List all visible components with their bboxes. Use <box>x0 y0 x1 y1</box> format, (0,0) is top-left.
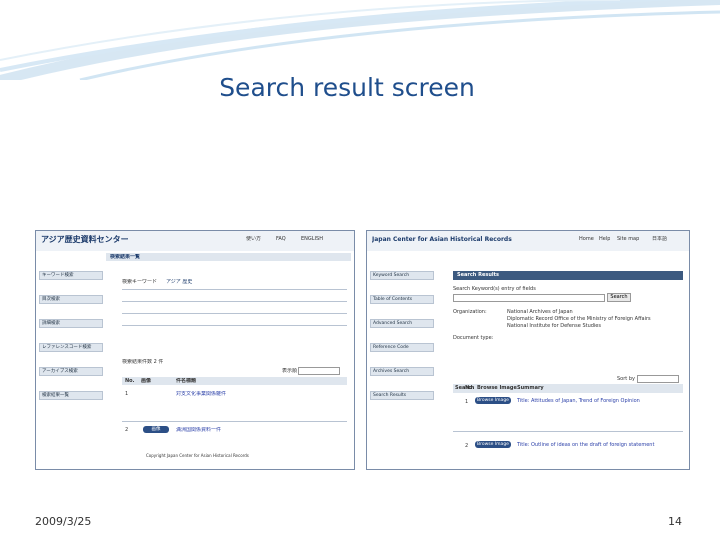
side-item-reference-code[interactable]: Reference Code <box>370 343 434 352</box>
search-summary-label: 検索キーワード <box>122 279 158 285</box>
search-label: Search Keyword(s) entry of fields <box>453 286 536 292</box>
row-1-title[interactable]: 対支文化事業関係雑件 <box>176 391 226 397</box>
search-input[interactable] <box>453 294 605 302</box>
sort-label: Sort by <box>617 376 635 382</box>
col-no: No. <box>465 385 475 391</box>
organization-label: Organization: <box>453 309 487 315</box>
row-1-no: 1 <box>125 391 129 397</box>
organization-value-1[interactable]: National Archives of Japan <box>507 309 573 315</box>
jacar-logo: アジア歴史資料センター <box>41 235 129 244</box>
header-link-home[interactable]: Home <box>579 236 594 242</box>
side-item-refcode[interactable]: レファレンスコード検索 <box>39 343 103 352</box>
row-2-browse-image-button[interactable]: Browse Image <box>475 441 511 448</box>
row-1-summary[interactable]: Title: Attitudes of Japan, Trend of Fore… <box>517 398 677 404</box>
col-no: No. <box>125 378 135 384</box>
row-2-no: 2 <box>125 427 129 433</box>
english-search-results-screenshot: Japan Center for Asian Historical Record… <box>366 230 690 470</box>
header-link-japanese[interactable]: 日本語 <box>652 236 667 242</box>
result-count: 検索結果件数 2 件 <box>122 359 164 365</box>
header-link-help[interactable]: Help <box>599 236 610 242</box>
side-item-detail[interactable]: 詳細検索 <box>39 319 103 328</box>
side-item-keyword-search[interactable]: Keyword Search <box>370 271 434 280</box>
sort-select[interactable] <box>298 367 340 375</box>
side-item-contents[interactable]: 目次検索 <box>39 295 103 304</box>
section-title: Search Results <box>457 272 499 278</box>
side-item-search-results[interactable]: Search Results <box>370 391 434 400</box>
col-title: 件名標題 <box>176 378 197 384</box>
sort-select[interactable] <box>637 375 679 383</box>
row-1-browse-image-button[interactable]: Browse Image <box>475 397 511 404</box>
side-item-table-of-contents[interactable]: Table of Contents <box>370 295 434 304</box>
side-item-archives-search[interactable]: Archives Search <box>370 367 434 376</box>
header-link-english[interactable]: ENGLISH <box>301 236 323 242</box>
slide-title: Search result screen <box>219 73 475 102</box>
slide-header-decoration <box>0 0 720 80</box>
organization-value-3[interactable]: National Institute for Defense Studies <box>507 323 601 329</box>
japanese-search-results-screenshot: アジア歴史資料センター 使い方 FAQ ENGLISH 検索結果一覧 キーワード… <box>35 230 355 470</box>
header-link-sitemap[interactable]: Site map <box>617 236 639 242</box>
menu-tab-results[interactable]: 検索結果一覧 <box>110 254 140 260</box>
slide-date: 2009/3/25 <box>35 515 92 528</box>
search-button[interactable]: Search <box>607 293 631 302</box>
document-type-label: Document type: <box>453 335 494 341</box>
copyright: Copyright Japan Center for Asian Histori… <box>146 453 249 458</box>
header-link-usage[interactable]: 使い方 <box>246 236 261 242</box>
header-link-faq[interactable]: FAQ <box>276 236 286 242</box>
row-2-no: 2 <box>465 443 469 449</box>
col-browse-image: Browse Image <box>477 385 517 391</box>
row-2-image-button[interactable]: 画像 <box>143 426 169 433</box>
search-summary-value: アジア 歴史 <box>166 279 193 285</box>
sort-label: 表示順 <box>282 368 298 374</box>
side-item-keyword[interactable]: キーワード検索 <box>39 271 103 280</box>
row-2-summary[interactable]: Title: Outline of ideas on the draft of … <box>517 442 677 448</box>
col-summary: Summary <box>517 385 544 391</box>
col-image: 画像 <box>141 378 152 384</box>
row-1-no: 1 <box>465 399 469 405</box>
side-item-archives[interactable]: アーカイブス検索 <box>39 367 103 376</box>
organization-value-2[interactable]: Diplomatic Record Office of the Ministry… <box>507 316 651 322</box>
jacar-english-logo: Japan Center for Asian Historical Record… <box>372 236 512 243</box>
side-item-advanced-search[interactable]: Advanced Search <box>370 319 434 328</box>
side-item-results[interactable]: 検索結果一覧 <box>39 391 103 400</box>
slide-page-number: 14 <box>668 515 682 528</box>
row-2-title[interactable]: 満洲国関係資料一件 <box>176 427 221 433</box>
